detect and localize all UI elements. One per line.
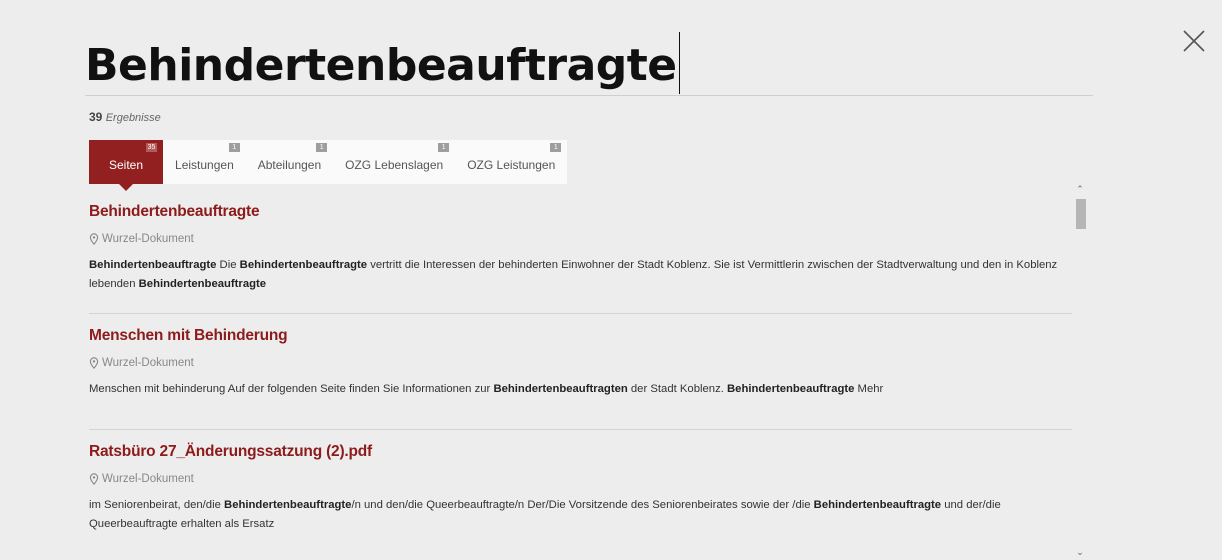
search-overlay: Behindertenbeauftragte 39 Ergebnisse 35 … <box>0 0 1222 560</box>
snippet-highlight: Behindertenbeauftragte <box>138 278 267 290</box>
search-field[interactable]: Behindertenbeauftragte <box>85 22 1093 96</box>
results-list: Behindertenbeauftragte Wurzel-Dokument B… <box>89 190 1072 560</box>
tab-badge: 1 <box>316 143 328 152</box>
map-pin-icon <box>89 233 99 245</box>
result-title-link[interactable]: Behindertenbeauftragte <box>89 203 260 221</box>
snippet-highlight: Behindertenbeauftragte <box>89 259 217 271</box>
result-title-link[interactable]: Ratsbüro 27_Änderungssatzung (2).pdf <box>89 443 372 461</box>
tab-label: OZG Lebenslagen <box>345 158 444 172</box>
result-snippet: Menschen mit behinderung Auf der folgend… <box>89 380 1072 399</box>
snippet-highlight: Behindertenbeauftragten <box>493 383 628 395</box>
snippet-highlight: Behindertenbeauftragte <box>727 383 855 395</box>
result-location-label: Wurzel-Dokument <box>102 233 194 245</box>
tab-ozg-leistungen[interactable]: 1 OZG Leistungen <box>455 140 568 184</box>
close-button[interactable] <box>1180 27 1208 55</box>
result-location-label: Wurzel-Dokument <box>102 473 194 485</box>
text-caret <box>678 32 680 94</box>
snippet-text: im Seniorenbeirat, den/die <box>89 499 225 511</box>
result-snippet: Behindertenbeauftragte Die Behindertenbe… <box>89 256 1072 294</box>
result-snippet: im Seniorenbeirat, den/die Behindertenbe… <box>89 496 1072 534</box>
result-tabs: 35 Seiten 1 Leistungen 1 Abteilungen 1 O… <box>89 140 568 191</box>
map-pin-icon <box>89 357 99 369</box>
snippet-highlight: Behindertenbeauftragte <box>224 499 352 511</box>
result-item: Behindertenbeauftragte Wurzel-Dokument B… <box>89 190 1072 314</box>
result-count: 39 Ergebnisse <box>89 110 161 124</box>
search-input[interactable]: Behindertenbeauftragte <box>85 40 677 91</box>
result-location-label: Wurzel-Dokument <box>102 357 194 369</box>
result-location: Wurzel-Dokument <box>89 233 1072 245</box>
tab-badge: 1 <box>550 143 562 152</box>
tab-ozg-lebenslagen[interactable]: 1 OZG Lebenslagen <box>333 140 456 184</box>
close-icon <box>1183 30 1205 52</box>
snippet-text: /n und den/die Queerbeauftragte/n Der/Di… <box>351 499 814 511</box>
tab-leistungen[interactable]: 1 Leistungen <box>163 140 246 184</box>
result-title-link[interactable]: Menschen mit Behinderung <box>89 327 288 345</box>
snippet-text: der Stadt Koblenz. <box>627 383 727 395</box>
snippet-text: Mehr <box>854 383 884 395</box>
snippet-highlight: Behindertenbeauftragte <box>813 499 942 511</box>
tab-seiten[interactable]: 35 Seiten <box>89 140 164 191</box>
result-location: Wurzel-Dokument <box>89 473 1072 485</box>
result-item: Menschen mit Behinderung Wurzel-Dokument… <box>89 314 1072 430</box>
results-scrollbar[interactable]: ⌃ ⌄ <box>1073 183 1087 560</box>
result-location: Wurzel-Dokument <box>89 357 1072 369</box>
tab-label: Abteilungen <box>257 158 322 172</box>
tab-badge: 1 <box>228 143 240 152</box>
snippet-text: Menschen mit behinderung Auf der folgend… <box>89 383 494 395</box>
result-count-label: Ergebnisse <box>105 112 161 124</box>
map-pin-icon <box>89 473 99 485</box>
tab-badge: 35 <box>146 143 158 152</box>
tab-label: Leistungen <box>175 158 234 172</box>
tab-label: Seiten <box>109 158 144 172</box>
chevron-up-icon[interactable]: ⌃ <box>1073 183 1087 195</box>
result-item: Ratsbüro 27_Änderungssatzung (2).pdf Wur… <box>89 430 1072 560</box>
snippet-highlight: Behindertenbeauftragte <box>239 259 368 271</box>
tab-badge: 1 <box>438 143 450 152</box>
tab-label: OZG Leistungen <box>467 158 556 172</box>
result-count-number: 39 <box>89 110 103 124</box>
snippet-text: Die <box>216 259 240 271</box>
tab-abteilungen[interactable]: 1 Abteilungen <box>245 140 334 184</box>
chevron-down-icon[interactable]: ⌄ <box>1073 546 1087 558</box>
scrollbar-thumb[interactable] <box>1076 199 1086 229</box>
